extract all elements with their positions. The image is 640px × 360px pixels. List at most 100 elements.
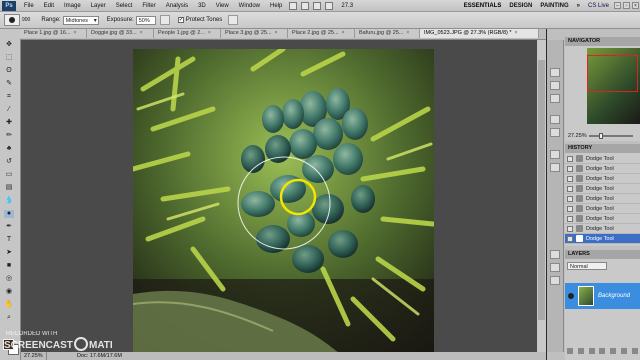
tab-close-icon[interactable]: × — [275, 29, 278, 38]
add-mask-icon[interactable] — [588, 347, 595, 354]
eraser-tool-icon[interactable]: ▭ — [4, 171, 14, 179]
visibility-eye-icon[interactable] — [568, 293, 574, 299]
tab-bafuru[interactable]: Bafuru.jpg @ 25... × — [355, 29, 420, 38]
blend-mode-select[interactable]: Normal — [567, 262, 607, 270]
history-brush-tool-icon[interactable]: ↺ — [4, 158, 14, 166]
layer-row-background[interactable]: Background — [565, 283, 640, 309]
history-item[interactable]: Dodge Tool — [565, 174, 640, 184]
minimize-icon[interactable]: – — [614, 2, 621, 9]
tool-preset-picker[interactable] — [4, 14, 20, 26]
photo-canvas[interactable] — [133, 49, 434, 352]
workspace-design[interactable]: DESIGN — [509, 3, 532, 9]
3d-rotate-tool-icon[interactable]: ◎ — [4, 275, 14, 283]
menu-select[interactable]: Select — [116, 3, 133, 9]
navigator-title[interactable]: NAVIGATOR — [565, 37, 640, 46]
navigator-zoom-knob[interactable] — [599, 133, 603, 139]
history-item[interactable]: Dodge Tool — [565, 194, 640, 204]
menu-layer[interactable]: Layer — [91, 3, 106, 9]
tab-close-icon[interactable]: × — [342, 29, 345, 38]
lasso-tool-icon[interactable]: ʘ — [4, 67, 14, 75]
cs-live-button[interactable]: CS Live — [588, 3, 609, 9]
layer-name[interactable]: Background — [598, 293, 630, 299]
zoom-tool-icon[interactable] — [325, 1, 334, 10]
range-select[interactable]: Midtones — [62, 15, 99, 26]
tab-close-icon[interactable]: × — [140, 29, 143, 38]
menu-window[interactable]: Window — [239, 3, 260, 9]
brush-size-value[interactable]: 900 — [22, 17, 30, 23]
airbrush-icon[interactable] — [159, 15, 170, 25]
history-source-checkbox[interactable] — [567, 225, 573, 232]
tab-place-2[interactable]: Place 2.jpg @ 25... × — [288, 29, 355, 38]
history-panel-icon[interactable] — [550, 150, 560, 159]
restore-icon[interactable]: ▫ — [623, 2, 630, 9]
link-layers-icon[interactable] — [567, 347, 574, 354]
history-source-checkbox[interactable] — [567, 235, 573, 242]
menu-3d[interactable]: 3D — [198, 3, 206, 9]
tab-close-icon[interactable]: × — [515, 29, 518, 38]
type-tool-icon[interactable]: T — [4, 236, 14, 244]
color-panel-icon[interactable] — [550, 68, 560, 77]
trash-icon[interactable] — [631, 347, 638, 354]
healing-brush-tool-icon[interactable]: ✚ — [4, 119, 14, 127]
masks-panel-icon[interactable] — [550, 128, 560, 137]
navigator-thumbnail[interactable] — [587, 48, 640, 124]
crop-tool-icon[interactable]: ⌗ — [4, 93, 14, 101]
history-source-checkbox[interactable] — [567, 175, 573, 182]
blur-tool-icon[interactable]: 💧 — [4, 197, 14, 205]
navigator-view-box[interactable] — [587, 55, 638, 92]
scrollbar-thumb[interactable] — [538, 60, 545, 320]
channels-panel-icon[interactable] — [550, 263, 560, 272]
bridge-icon[interactable] — [289, 1, 298, 10]
close-icon[interactable]: × — [632, 2, 639, 9]
menu-help[interactable]: Help — [270, 3, 282, 9]
path-selection-tool-icon[interactable]: ➤ — [4, 249, 14, 257]
hand-tool-icon[interactable]: ✋ — [4, 301, 14, 309]
tab-close-icon[interactable]: × — [208, 29, 211, 38]
menu-image[interactable]: Image — [64, 3, 81, 9]
move-tool-icon[interactable]: ✥ — [4, 41, 14, 49]
3d-orbit-tool-icon[interactable]: ◉ — [4, 288, 14, 296]
actions-panel-icon[interactable] — [550, 163, 560, 172]
brush-tool-icon[interactable]: ✏ — [4, 132, 14, 140]
shape-tool-icon[interactable]: ■ — [4, 262, 14, 270]
menu-file[interactable]: File — [24, 3, 34, 9]
history-item[interactable]: Dodge Tool — [565, 154, 640, 164]
canvas-area[interactable] — [21, 40, 546, 352]
menu-edit[interactable]: Edit — [44, 3, 54, 9]
hand-tool-icon[interactable] — [313, 1, 322, 10]
workspace-essentials[interactable]: ESSENTIALS — [464, 3, 502, 9]
paths-panel-icon[interactable] — [550, 276, 560, 285]
menu-view[interactable]: View — [216, 3, 229, 9]
eyedropper-tool-icon[interactable]: ⁄ — [4, 106, 14, 114]
history-source-checkbox[interactable] — [567, 205, 573, 212]
marquee-tool-icon[interactable]: ⬚ — [4, 54, 14, 62]
menu-filter[interactable]: Filter — [142, 3, 155, 9]
mini-bridge-icon[interactable] — [301, 1, 310, 10]
tab-close-icon[interactable]: × — [74, 29, 77, 38]
clone-stamp-tool-icon[interactable]: ♣ — [4, 145, 14, 153]
zoom-tool-icon[interactable]: ⌕ — [4, 314, 14, 322]
pen-tool-icon[interactable]: ✒ — [4, 223, 14, 231]
workspace-more-chevron[interactable]: » — [577, 3, 580, 9]
quick-select-tool-icon[interactable]: ✎ — [4, 80, 14, 88]
new-group-icon[interactable] — [610, 347, 617, 354]
layers-panel-icon[interactable] — [550, 250, 560, 259]
tab-doggie[interactable]: Doggie.jpg @ 33... × — [87, 29, 154, 38]
tab-img-0523[interactable]: IMG_0523.JPG @ 27.3% (RGB/8) * × — [420, 29, 539, 38]
navigator-zoom-slider[interactable] — [589, 133, 633, 139]
dodge-tool-icon[interactable]: ● — [4, 210, 14, 218]
tab-place-3[interactable]: Place 3.jpg @ 25... × — [221, 29, 288, 38]
styles-panel-icon[interactable] — [550, 94, 560, 103]
tablet-pressure-icon[interactable] — [228, 15, 239, 25]
history-item[interactable]: Dodge Tool — [565, 224, 640, 234]
zoom-level-readout[interactable]: 27.3 — [341, 3, 353, 9]
vertical-scrollbar[interactable] — [537, 40, 546, 352]
history-source-checkbox[interactable] — [567, 155, 573, 162]
exposure-input[interactable]: 50% — [135, 15, 156, 25]
history-item-selected[interactable]: Dodge Tool — [565, 234, 640, 244]
history-title[interactable]: HISTORY — [565, 144, 640, 153]
history-source-checkbox[interactable] — [567, 195, 573, 202]
history-item[interactable]: Dodge Tool — [565, 164, 640, 174]
tab-close-icon[interactable]: × — [406, 29, 409, 38]
layer-style-icon[interactable] — [578, 347, 585, 354]
